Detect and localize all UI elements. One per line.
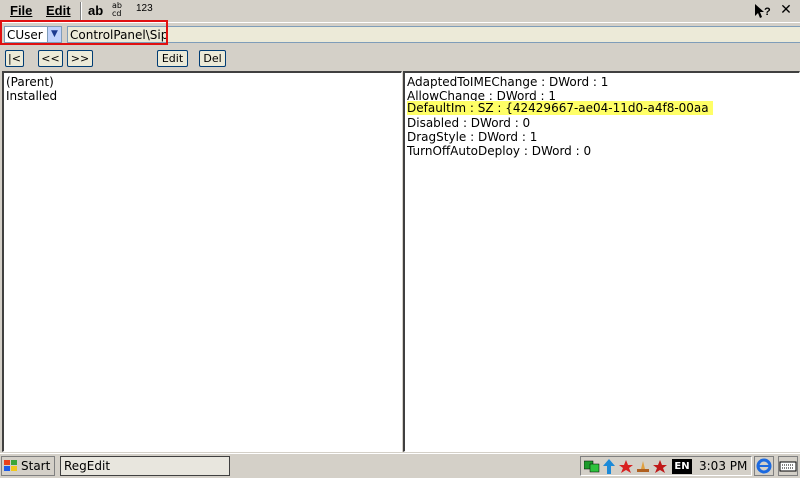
edit-button[interactable]: Edit xyxy=(157,50,188,67)
input-mode-123-button[interactable]: 123 xyxy=(136,3,154,19)
key-item-parent[interactable]: (Parent) xyxy=(6,75,54,89)
help-question-icon: ? xyxy=(755,4,771,18)
sync-arrow-icon[interactable] xyxy=(601,459,617,474)
value-item-selected[interactable]: DefaultIm : SZ : {42429667-ae04-11d0-a4f… xyxy=(407,101,713,115)
language-badge[interactable]: EN xyxy=(672,459,692,474)
input-mode-123-label: 123 xyxy=(136,3,153,14)
ime-star-icon-2[interactable] xyxy=(652,459,668,474)
ime-tool-icon[interactable] xyxy=(635,459,651,474)
close-button[interactable]: ✕ xyxy=(776,1,796,20)
menu-edit[interactable]: Edit xyxy=(46,3,71,18)
taskbar-item-regedit[interactable]: RegEdit xyxy=(60,456,230,476)
help-button[interactable]: ? xyxy=(752,1,772,20)
red-annotation-frame xyxy=(0,20,168,45)
start-label: Start xyxy=(21,459,51,473)
menu-file[interactable]: File xyxy=(10,3,32,18)
value-item[interactable]: DragStyle : DWord : 1 xyxy=(407,130,537,144)
input-mode-ab-button[interactable]: ab xyxy=(88,3,106,19)
windows-logo-icon xyxy=(4,460,17,471)
internet-explorer-icon xyxy=(756,458,772,474)
value-item[interactable]: TurnOffAutoDeploy : DWord : 0 xyxy=(407,144,591,158)
start-button[interactable]: Start xyxy=(1,456,55,476)
value-item[interactable]: AdaptedToIMEChange : DWord : 1 xyxy=(407,75,608,89)
taskbar: Start RegEdit EN 3:03 PM xyxy=(0,453,800,478)
delete-button[interactable]: Del xyxy=(199,50,226,67)
registry-path-input[interactable] xyxy=(67,26,800,43)
forward-button[interactable]: >> xyxy=(67,50,93,67)
keyboard-button[interactable] xyxy=(778,456,798,476)
ime-star-icon[interactable] xyxy=(618,459,634,474)
clock[interactable]: 3:03 PM xyxy=(699,459,747,473)
keys-pane[interactable]: (Parent) Installed xyxy=(2,71,402,452)
values-pane[interactable]: AdaptedToIMEChange : DWord : 1 AllowChan… xyxy=(403,71,800,452)
input-mode-ab-label: ab xyxy=(88,3,104,18)
toolbar-separator xyxy=(80,2,82,20)
system-tray: EN 3:03 PM xyxy=(580,456,752,476)
close-icon: ✕ xyxy=(780,2,792,18)
input-mode-abc-label: ab cd xyxy=(112,1,122,18)
keyboard-icon xyxy=(779,461,797,472)
svg-text:?: ? xyxy=(764,6,771,18)
input-mode-abc-button[interactable]: ab cd xyxy=(112,2,130,18)
network-icon[interactable] xyxy=(584,459,600,474)
browser-button[interactable] xyxy=(754,456,774,476)
back-button[interactable]: << xyxy=(38,50,63,67)
taskbar-item-label: RegEdit xyxy=(64,459,111,473)
key-item-installed[interactable]: Installed xyxy=(6,89,57,103)
first-button[interactable]: |< xyxy=(5,50,24,67)
value-item[interactable]: Disabled : DWord : 0 xyxy=(407,116,530,130)
